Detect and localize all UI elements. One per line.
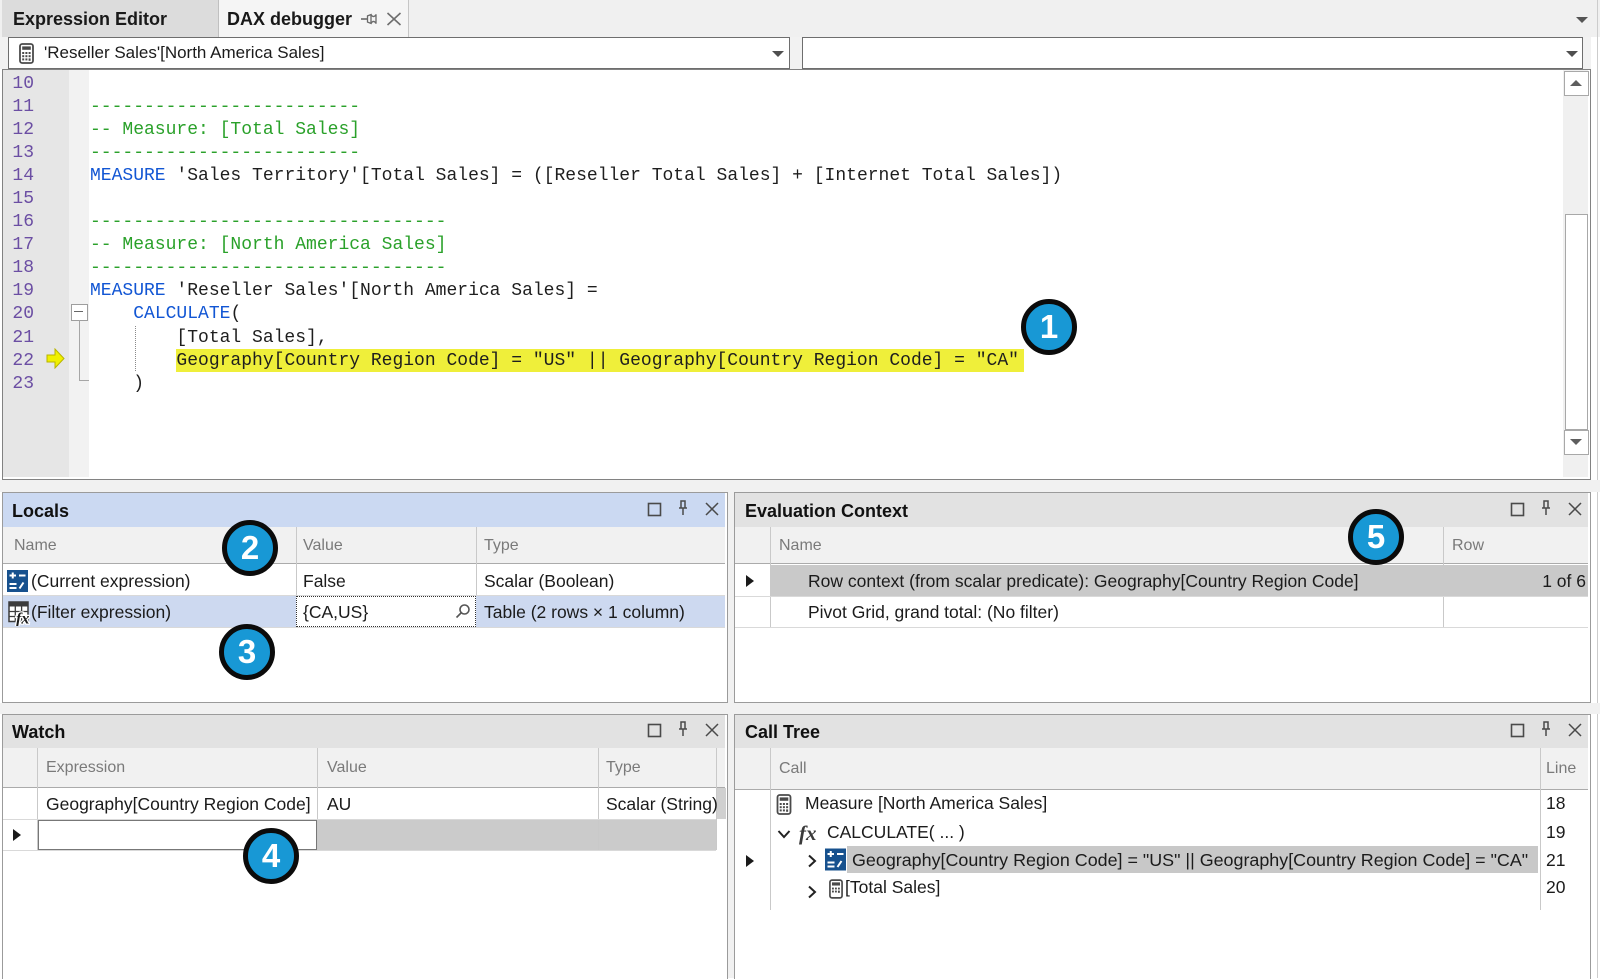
svg-text:fx: fx <box>16 611 29 627</box>
